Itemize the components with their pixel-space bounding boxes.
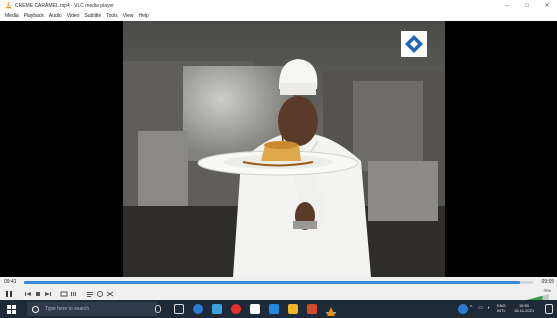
fullscreen-icon[interactable] (60, 290, 68, 298)
menu-tools[interactable]: Tools (106, 13, 118, 19)
time-total[interactable]: 09:55 (541, 279, 554, 285)
taskbar-search-box[interactable]: Type here to search (27, 302, 157, 316)
volume-percent: 75% (542, 288, 551, 293)
time-elapsed: 09:41 (4, 279, 17, 285)
weather-icon[interactable] (458, 304, 468, 314)
shuffle-icon[interactable] (106, 290, 114, 298)
search-placeholder: Type here to search (45, 306, 90, 312)
input-language[interactable]: ENG INTL (497, 303, 506, 313)
tray-chevron-icon[interactable]: ^ (470, 305, 472, 311)
edge-browser-icon[interactable] (193, 304, 203, 314)
menu-view[interactable]: View (123, 13, 134, 19)
title-bar: CREME CARAMEL.mp4 - VLC media player – □… (0, 0, 557, 11)
menu-subtitle[interactable]: Subtitle (84, 13, 101, 19)
video-frame-chef-with-creme-caramel (123, 21, 445, 277)
seek-slider[interactable] (24, 281, 533, 284)
app-white-icon[interactable] (250, 304, 260, 314)
menu-video[interactable]: Video (67, 13, 80, 19)
microphone-icon[interactable] (155, 305, 161, 313)
menu-audio[interactable]: Audio (49, 13, 62, 19)
stop-icon[interactable] (34, 290, 42, 298)
seek-row: 09:41 09:55 (0, 277, 557, 288)
window-title: CREME CARAMEL.mp4 - VLC media player (15, 2, 114, 9)
language-region: INTL (497, 308, 506, 313)
file-explorer-icon[interactable] (288, 304, 298, 314)
search-icon (32, 305, 39, 313)
vlc-window: CREME CARAMEL.mp4 - VLC media player – □… (0, 0, 557, 318)
chrome-icon[interactable] (269, 304, 279, 314)
task-view-icon[interactable] (174, 304, 184, 314)
network-icon[interactable]: ▭ (478, 305, 483, 311)
video-surface[interactable] (0, 21, 557, 277)
pause-icon[interactable] (4, 290, 13, 298)
app-blue-icon[interactable] (212, 304, 222, 314)
menu-media[interactable]: Media (5, 13, 19, 19)
vlc-cone-icon (5, 2, 12, 9)
app-red-icon[interactable] (307, 304, 317, 314)
playlist-icon[interactable] (86, 290, 94, 298)
seek-progress-fill (24, 281, 521, 284)
playback-controls: 75% (0, 288, 557, 301)
close-button[interactable]: ✕ (537, 0, 557, 11)
taskbar-clock[interactable]: 15:50 18-11-2021 (514, 303, 534, 313)
menu-help[interactable]: Help (139, 13, 149, 19)
previous-icon[interactable] (24, 290, 32, 298)
vlc-taskbar-icon[interactable] (326, 304, 336, 316)
menu-bar: Media Playback Audio Video Subtitle Tool… (0, 11, 557, 21)
next-icon[interactable] (44, 290, 52, 298)
minimize-button[interactable]: – (497, 0, 517, 11)
speaker-icon[interactable]: ◖ (487, 305, 490, 311)
volume-slider[interactable]: 75% (521, 288, 551, 301)
clock-date: 18-11-2021 (514, 308, 535, 313)
opera-icon[interactable] (231, 304, 241, 314)
extended-settings-icon[interactable] (70, 290, 78, 298)
menu-playback[interactable]: Playback (24, 13, 44, 19)
maximize-button[interactable]: □ (517, 0, 537, 11)
loop-icon[interactable] (96, 290, 104, 298)
windows-taskbar: Type here to search ^ ▭ ◖ ENG INTL 15:50… (0, 300, 557, 318)
windows-start-icon[interactable] (7, 305, 16, 314)
notification-icon[interactable] (545, 304, 553, 314)
